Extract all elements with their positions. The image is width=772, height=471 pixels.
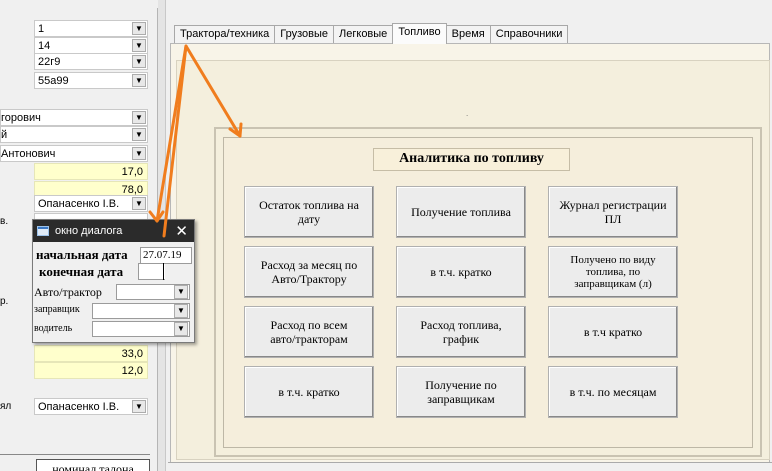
grid-header-nominal: номинал талона [36,459,150,471]
tab-5[interactable]: Справочники [489,25,569,43]
refueler-label: заправщик [34,304,80,315]
dialog-titlebar[interactable]: окно диалога ✕ [33,220,194,242]
form-combo[interactable]: 55а99 ▼ [34,72,148,89]
form-combo[interactable]: Опанасенко І.В. ▼ [34,195,148,212]
tab-4[interactable]: Время [445,25,491,43]
form-value: 1 [38,23,45,35]
chevron-down-icon[interactable]: ▼ [132,22,146,35]
analytics-button-12[interactable]: в т.ч. по месяцам [548,366,678,418]
refueler-combo[interactable]: ▼ [92,303,190,319]
vehicle-combo[interactable]: ▼ [116,284,190,300]
analytics-button-1[interactable]: Остаток топлива на дату [244,186,374,238]
tab-2[interactable]: Легковые [333,25,394,43]
form-combo[interactable]: 14 ▼ [34,37,148,54]
form-row: 12,0 [0,362,150,380]
chevron-down-icon[interactable]: ▼ [132,55,146,68]
close-icon[interactable]: ✕ [175,222,188,240]
form-value: Опанасенко І.В. [38,198,120,210]
form-value: 22г9 [38,56,61,68]
form-value: 55а99 [38,75,69,87]
form-value: 12,0 [121,365,143,377]
analytics-button-9[interactable]: в т.ч кратко [548,306,678,358]
form-icon [37,226,49,236]
form-row: Антонович ▼ [0,145,150,163]
form-combo[interactable]: горович ▼ [0,109,148,126]
tab-control: Трактора/техника Грузовые Легковые Топливо В… [168,20,772,471]
form-combo[interactable]: Опанасенко І.В. ▼ [34,398,148,415]
marker-dot: . [466,109,469,118]
analytics-button-10[interactable]: в т.ч. кратко [244,366,374,418]
vehicle-label: Авто/трактор [34,285,102,299]
analytics-button-7[interactable]: Расход по всем авто/тракторам [244,306,374,358]
form-field[interactable]: 17,0 [34,163,148,180]
form-combo[interactable]: Антонович ▼ [0,145,148,162]
form-row: 55а99 ▼ [0,72,150,90]
chevron-down-icon[interactable]: ▼ [174,304,188,318]
date-dialog: окно диалога ✕ начальная дата 27.07.19 к… [32,219,195,343]
end-date-input[interactable] [138,263,165,280]
analytics-button-11[interactable]: Получение по заправщикам [396,366,526,418]
form-row: 1 ▼ [0,20,150,38]
analytics-button-3[interactable]: Журнал регистрации ПЛ [548,186,678,238]
chevron-down-icon[interactable]: ▼ [174,322,188,336]
chevron-down-icon[interactable]: ▼ [132,111,146,124]
end-date-label: конечная дата [39,264,124,279]
form-combo[interactable]: 1 ▼ [34,20,148,37]
form-value: 17,0 [121,166,143,178]
form-value: Опанасенко І.В. [38,401,120,413]
analytics-title: Аналитика по топливу [373,148,570,171]
analytics-frame-inner: Аналитика по топливу Остаток топлива на … [223,137,753,448]
status-strip [168,462,772,471]
chevron-down-icon[interactable]: ▼ [132,147,146,160]
tab-0[interactable]: Трактора/техника [174,25,276,43]
form-row: й ▼ [0,126,150,144]
start-date-label: начальная дата [36,247,128,262]
form-value: й [1,129,8,141]
tab-page-fuel: . Аналитика по топливу Остаток топлива н… [170,43,770,471]
form-row-label: р. [0,296,9,307]
tabstrip: Трактора/техника Грузовые Легковые Топливо В… [174,23,569,44]
talon-grid: номинал талона [0,454,150,471]
chevron-down-icon[interactable]: ▼ [132,197,146,210]
dialog-title: окно диалога [55,225,123,237]
form-combo[interactable]: 22г9 ▼ [34,53,148,70]
analytics-button-8[interactable]: Расход топлива, график [396,306,526,358]
text-cursor [163,263,164,280]
fuel-panel: . Аналитика по топливу Остаток топлива н… [176,60,770,460]
form-row: 22г9 ▼ [0,53,150,71]
form-value: Антонович [1,148,56,160]
start-date-input[interactable]: 27.07.19 [140,247,192,264]
analytics-button-6[interactable]: Получено по виду топлива, по заправщикам… [548,246,678,298]
chevron-down-icon[interactable]: ▼ [132,39,146,52]
form-row: горович ▼ [0,109,150,127]
form-field[interactable]: 12,0 [34,362,148,379]
form-value: 33,0 [121,348,143,360]
analytics-frame: Аналитика по топливу Остаток топлива на … [214,127,762,457]
analytics-button-5[interactable]: в т.ч. кратко [396,246,526,298]
form-row: ял Опанасенко І.В. ▼ [0,398,150,416]
tab-1[interactable]: Грузовые [274,25,335,43]
analytics-button-2[interactable]: Получение топлива [396,186,526,238]
form-row-label: в. [0,216,9,227]
chevron-down-icon[interactable]: ▼ [132,400,146,413]
form-field[interactable]: 33,0 [34,345,148,362]
driver-combo[interactable]: ▼ [92,321,190,337]
form-row: 33,0 [0,345,150,363]
form-combo[interactable]: й ▼ [0,126,148,143]
form-row: Опанасенко І.В. ▼ [0,195,150,213]
form-value: 14 [38,40,51,52]
driver-label: водитель [34,323,73,334]
analytics-button-4[interactable]: Расход за месяц по Авто/Трактору [244,246,374,298]
form-row: 17,0 [0,163,150,181]
form-row-label: ял [0,401,12,412]
chevron-down-icon[interactable]: ▼ [132,128,146,141]
chevron-down-icon[interactable]: ▼ [132,74,146,87]
form-value: горович [1,112,41,124]
tab-3[interactable]: Топливо [392,23,447,44]
chevron-down-icon[interactable]: ▼ [174,285,188,299]
